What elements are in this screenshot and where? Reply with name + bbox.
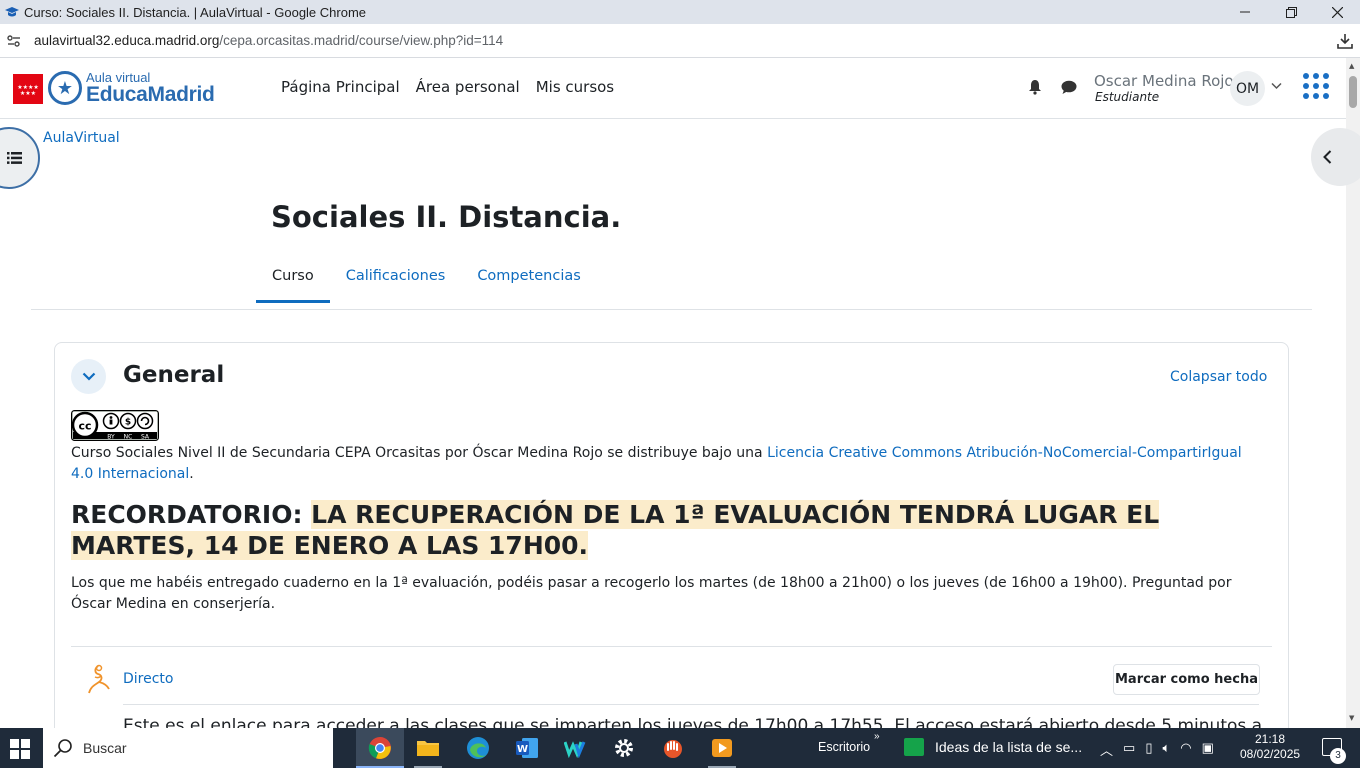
section-collapse-button[interactable] [71,359,106,394]
chevron-up-icon[interactable]: ︿ [1100,740,1113,759]
window-title: Curso: Sociales II. Distancia. | AulaVir… [24,4,367,20]
battery-icon[interactable]: ▭ [1123,740,1135,759]
volume-icon[interactable]: 🔈︎ [1162,740,1170,759]
tab-grades[interactable]: Calificaciones [330,262,462,303]
notification-count-badge: 3 [1330,748,1346,764]
scrollbar-thumb[interactable] [1349,76,1357,108]
search-placeholder: Buscar [83,740,127,756]
collapse-all-link[interactable]: Colapsar todo [1170,369,1267,385]
windows-taskbar: Buscar W Escritorio » Ideas de la lista … [0,728,1360,768]
activity-divider [123,704,1259,705]
list-icon [7,152,22,164]
avatar[interactable]: OM [1230,71,1265,106]
file-explorer-icon[interactable] [414,734,442,762]
clock-date: 08/02/2025 [1240,747,1301,761]
tab-course[interactable]: Curso [256,262,330,303]
course-tabs: Curso Calificaciones Competencias [256,262,597,303]
license-end: . [189,466,194,482]
sheets-window-icon[interactable] [904,738,924,756]
svg-text:NC: NC [124,434,133,441]
nav-my-courses[interactable]: Mis cursos [536,78,614,96]
url-text[interactable]: aulavirtual32.educa.madrid.org/cepa.orca… [34,33,503,48]
creative-commons-badge-icon[interactable]: cc $ BY NC SA [71,410,159,441]
close-window-button[interactable] [1314,0,1360,24]
breadcrumb[interactable]: AulaVirtual [43,130,120,146]
notebook-note: Los que me habéis entregado cuaderno en … [71,575,1232,612]
nav-dashboard[interactable]: Área personal [416,78,520,96]
reminder-label: RECORDATORIO: [71,500,312,529]
chat-icon[interactable] [1061,80,1077,95]
clock-time: 21:18 [1254,732,1286,746]
site-header: ★★★★ ★★★ ★ Aula virtual EducaMadrid Págin… [0,58,1346,119]
activity-link-directo[interactable]: Directo [123,671,173,687]
chevron-down-icon [82,372,95,381]
restore-button[interactable] [1268,0,1314,24]
graduation-cap-icon [5,7,19,17]
svg-text:SA: SA [141,434,150,441]
desktop-toolbar-label[interactable]: Escritorio [818,740,870,754]
activity-description: Este es el enlace para acceder a las cla… [123,716,1263,728]
block-drawer-toggle[interactable] [1311,128,1360,186]
url-path: /cepa.orcasitas.madrid/course/view.php?i… [219,33,504,48]
taskbar-window-title[interactable]: Ideas de la lista de se... [935,739,1082,755]
reminder-heading: RECORDATORIO: LA RECUPERACIÓN DE LA 1ª E… [71,499,1271,561]
chevron-left-icon [1323,150,1332,164]
download-icon[interactable] [1336,32,1354,50]
device-icon[interactable]: ▯ [1145,740,1152,759]
svg-text:cc: cc [78,420,91,433]
search-icon [53,739,72,758]
minimize-button[interactable] [1222,0,1268,24]
scroll-up-arrow-icon[interactable]: ▲ [1349,62,1354,70]
license-statement: Curso Sociales Nivel II de Secundaria CE… [71,443,1261,485]
page-title: Sociales II. Distancia. [271,200,622,234]
logo-title[interactable]: EducaMadrid [86,83,215,107]
svg-text:BY: BY [107,434,115,441]
toolbar-expand-icon[interactable]: » [874,731,880,742]
educamadrid-logo-icon[interactable]: ★ [48,71,82,105]
user-role: Estudiante [1095,90,1160,104]
apps-grid-icon[interactable] [1303,73,1329,99]
bigbluebutton-activity-icon[interactable] [86,664,112,696]
display-icon[interactable]: ▣ [1202,740,1214,759]
webex-icon[interactable] [562,734,590,762]
site-settings-icon[interactable] [6,33,22,49]
chevron-down-icon[interactable] [1271,82,1282,90]
mark-as-done-button[interactable]: Marcar como hecha [1113,664,1260,695]
media-player-icon[interactable] [708,734,736,762]
license-text: Curso Sociales Nivel II de Secundaria CE… [71,445,768,461]
nav-home[interactable]: Página Principal [281,78,400,96]
course-index-toggle[interactable] [0,127,40,189]
scroll-down-arrow-icon[interactable]: ▼ [1349,714,1354,722]
chrome-icon[interactable] [366,734,394,762]
taskbar-search-box[interactable]: Buscar [43,728,333,768]
tabs-divider [31,309,1312,310]
primary-navigation: Página Principal Área personal Mis curso… [281,78,614,96]
user-name[interactable]: Oscar Medina Rojo [1094,72,1234,90]
settings-gear-icon[interactable] [610,734,638,762]
hand-app-icon[interactable] [659,734,687,762]
tab-competencies[interactable]: Competencias [461,262,596,303]
madrid-flag-logo[interactable]: ★★★★ ★★★ [13,74,43,104]
window-title-bar: Curso: Sociales II. Distancia. | AulaVir… [0,0,1360,24]
section-divider [71,646,1272,647]
system-tray: ︿ ▭ ▯ 🔈︎ ◠ ▣ [1100,740,1214,759]
clock[interactable]: 21:18 08/02/2025 [1240,732,1300,762]
windows-start-icon[interactable] [10,739,30,759]
svg-text:W: W [517,744,528,755]
url-host: aulavirtual32.educa.madrid.org [34,33,220,48]
wifi-icon[interactable]: ◠ [1180,740,1191,759]
bell-icon[interactable] [1028,79,1042,95]
address-bar[interactable]: aulavirtual32.educa.madrid.org/cepa.orca… [0,24,1360,58]
word-icon[interactable]: W [513,734,541,762]
edge-icon[interactable] [464,734,492,762]
svg-text:$: $ [125,418,131,428]
section-title: General [123,362,225,388]
